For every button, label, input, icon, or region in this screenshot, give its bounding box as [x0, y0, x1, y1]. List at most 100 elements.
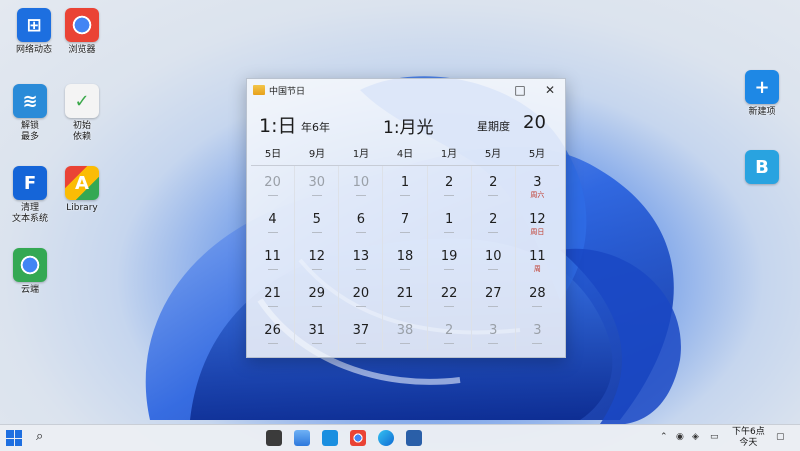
desktop-icon-init[interactable]: ✓ 初始 依赖 [54, 84, 110, 143]
calendar-day-cell[interactable]: 11 [251, 240, 296, 277]
calendar-day-cell[interactable]: 20 [339, 277, 384, 314]
day-number: 1 [400, 175, 410, 190]
desktop-icon-label: 清理 文本系统 [11, 203, 48, 224]
day-tick [444, 343, 455, 344]
tray-chevron-icon[interactable]: ⌃ [660, 432, 668, 442]
calendar-day-cell[interactable]: 10 [472, 240, 516, 277]
day-tick [399, 195, 410, 196]
calendar-day-cell[interactable]: 21 [383, 277, 428, 314]
day-number: 22 [440, 286, 458, 301]
window-titlebar[interactable]: 中国节日 □ ✕ [247, 79, 565, 101]
day-number: 2 [444, 175, 454, 190]
calendar-day-cell[interactable]: 5 [295, 203, 340, 240]
taskbar-mail-icon[interactable] [322, 430, 338, 446]
desktop-icon-cloud[interactable]: 云端 [2, 248, 58, 296]
calendar-day-cell[interactable]: 3 周六 [516, 166, 559, 203]
desktop-icon-browser[interactable]: 浏览器 [54, 8, 110, 56]
search-icon[interactable]: ⌕ [36, 429, 43, 444]
calendar-day-cell[interactable]: 3 [472, 314, 516, 351]
weekday-label: 1月 [352, 149, 370, 160]
day-number: 18 [396, 249, 414, 264]
calendar-day-cell[interactable]: 30 [295, 166, 340, 203]
desktop-icon-b[interactable]: B [734, 150, 790, 187]
chrome-icon [65, 8, 99, 42]
calendar-day-cell[interactable]: 22 [428, 277, 472, 314]
desktop-icon-library[interactable]: A Library [54, 166, 110, 214]
calendar-day-cell[interactable]: 11 周 [516, 240, 559, 277]
calendar-window[interactable]: 中国节日 □ ✕ 1:日 年6年 1:月光 星期度 20 5日 9月 1月 4日… [246, 78, 566, 358]
day-number: 12 [529, 212, 546, 227]
taskbar-photos-icon[interactable] [294, 430, 310, 446]
calendar-day-cell[interactable]: 37 [339, 314, 384, 351]
day-tick [444, 269, 455, 270]
day-tick [488, 306, 499, 307]
day-number: 31 [308, 323, 325, 338]
calendar-day-cell[interactable]: 7 [383, 203, 428, 240]
calendar-day-cell[interactable]: 2 [428, 314, 472, 351]
header-year[interactable]: 年6年 [301, 119, 330, 135]
taskbar-start-tiles-icon[interactable] [266, 430, 282, 446]
taskbar-chrome-icon[interactable] [350, 430, 366, 446]
header-day[interactable]: 1:日 [259, 111, 297, 138]
calendar-day-cell[interactable]: 3 [516, 314, 559, 351]
calendar-day-cell[interactable]: 10 [339, 166, 384, 203]
day-number: 10 [352, 175, 370, 190]
start-button[interactable] [6, 430, 22, 446]
calendar-day-cell[interactable]: 12 [295, 240, 340, 277]
calendar-day-cell[interactable]: 2 [472, 166, 516, 203]
weekday-label: 5月 [528, 149, 546, 160]
calendar-week-row: 21 29 20 21 22 27 28 [251, 277, 559, 314]
tray-speaker-icon[interactable]: ◈ [692, 432, 699, 442]
desktop-icon-new[interactable]: + 新建项 [734, 70, 790, 118]
calendar-day-cell[interactable]: 21 [251, 277, 296, 314]
tray-network-icon[interactable]: ◉ [676, 432, 684, 442]
day-tick [311, 269, 322, 270]
windows-tile-icon: ⊞ [17, 8, 51, 42]
day-tick [311, 232, 322, 233]
calendar-day-cell[interactable]: 4 [251, 203, 296, 240]
header-mode[interactable]: 星期度 [477, 118, 510, 134]
calendar-day-cell[interactable]: 18 [383, 240, 428, 277]
tray-battery-icon[interactable]: ▭ [710, 432, 719, 442]
desktop-icon-unlock[interactable]: ≋ 解锁 最多 [2, 84, 58, 143]
calendar-day-cell[interactable]: 28 [516, 277, 559, 314]
weekday-label: 5月 [484, 149, 502, 160]
day-number: 12 [308, 249, 325, 264]
calendar-day-cell[interactable]: 38 [383, 314, 428, 351]
day-number: 2 [489, 175, 498, 190]
day-number: 21 [264, 286, 281, 301]
taskbar: ⌕ ⌃ ◉ ◈ ▭ 下午6点 今天 ▢ [0, 424, 800, 451]
calendar-day-cell[interactable]: 2 [472, 203, 516, 240]
day-number: 3 [489, 323, 498, 338]
day-number: 20 [352, 286, 370, 301]
calendar-day-cell[interactable]: 26 [251, 314, 296, 351]
calendar-day-cell[interactable]: 2 [428, 166, 472, 203]
day-tick [488, 269, 499, 270]
calendar-day-cell[interactable]: 20 [251, 166, 296, 203]
maximize-button[interactable]: □ [505, 79, 535, 101]
taskbar-edge-icon[interactable] [378, 430, 394, 446]
desktop-icon-cleaner[interactable]: F 清理 文本系统 [2, 166, 58, 225]
calendar-grid: 5日 9月 1月 4日 1月 5月 5月 20 30 10 1 2 2 3 周六 4 5 6 7 1 2 1… [251, 145, 559, 351]
day-tick [311, 343, 322, 344]
calendar-day-cell[interactable]: 31 [295, 314, 340, 351]
calendar-day-cell[interactable]: 27 [472, 277, 516, 314]
desktop-icon-label: 解锁 最多 [20, 121, 39, 142]
notification-icon[interactable]: ▢ [776, 432, 785, 442]
taskbar-calendar-icon[interactable] [406, 430, 422, 446]
calendar-day-cell[interactable]: 29 [295, 277, 340, 314]
close-button[interactable]: ✕ [535, 79, 565, 101]
desktop-icon-label: 云端 [20, 285, 39, 295]
header-month[interactable]: 1:月光 [383, 113, 434, 138]
calendar-day-cell[interactable]: 1 [428, 203, 472, 240]
day-number: 29 [308, 286, 325, 301]
day-tick [267, 269, 278, 270]
calendar-day-cell[interactable]: 6 [339, 203, 384, 240]
calendar-day-cell[interactable]: 12 周日 [516, 203, 559, 240]
calendar-day-cell[interactable]: 1 [383, 166, 428, 203]
day-tick [399, 269, 410, 270]
taskbar-clock[interactable]: 下午6点 今天 [732, 427, 765, 449]
calendar-day-cell[interactable]: 13 [339, 240, 384, 277]
calendar-day-cell[interactable]: 19 [428, 240, 472, 277]
calendar-week-row: 11 12 13 18 19 10 11 周 [251, 240, 559, 277]
